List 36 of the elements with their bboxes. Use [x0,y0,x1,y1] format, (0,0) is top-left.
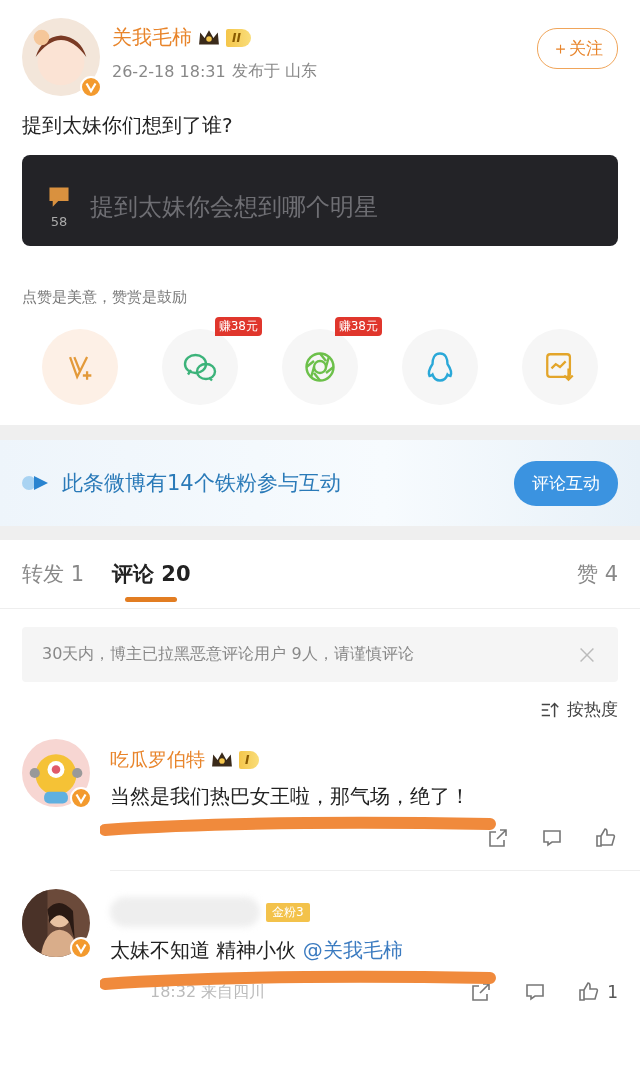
comment-text: 太妹不知道 精神小伙 @关我毛柿 [110,937,404,964]
thumbs-up-icon[interactable] [594,826,618,850]
comment-text: 当然是我们热巴女王啦，那气场，绝了！ [110,783,471,810]
sort-button[interactable]: 按热度 [539,698,618,721]
comment-interact-button[interactable]: 评论互动 [514,460,618,506]
verified-icon [70,787,92,809]
banner-text: 此条微博有14个铁粉参与互动 [62,470,342,497]
tab[interactable]: 赞 4 [576,540,618,608]
reward-badge: 赚38元 [214,317,262,336]
card-count: 58 [50,214,68,229]
card-title: 提到太妹你会想到哪个明星 [90,191,378,223]
author-name[interactable]: 关我毛柿 [112,24,192,51]
fan-icon [22,474,50,492]
crown-icon [198,28,220,47]
aperture-icon [302,349,338,385]
notice-text: 30天内，博主已拉黑恶意评论用户 9人，请谨慎评论 [42,644,415,665]
tab[interactable]: 评论 20 [112,540,191,608]
verified-icon [70,937,92,959]
post-location: 发布于 山东 [231,61,317,82]
level-badge: II [226,28,251,47]
like-count: 1 [607,982,618,1002]
verified-icon [80,76,102,98]
fan-badge: 金粉3 [266,902,310,922]
share-icon[interactable] [486,826,510,850]
commenter-name[interactable]: 吃瓜罗伯特 [110,747,205,773]
level-badge: I [239,751,260,769]
post-text: 提到太妹你们想到了谁? [21,112,234,139]
reward-badge: 赚38元 [334,317,382,336]
reward-hint: 点赞是美意，赞赏是鼓励 [21,287,188,307]
follow-button[interactable]: ＋关注 [537,28,618,69]
post-time: 26-2-18 18:31 [112,62,226,81]
crown-icon [211,751,233,769]
tab-indicator [125,597,178,602]
mention-link[interactable]: @关我毛柿 [302,938,403,962]
link-card[interactable]: 58 提到太妹你会想到哪个明星 [22,155,618,246]
tab[interactable]: 转发 1 [22,540,85,608]
